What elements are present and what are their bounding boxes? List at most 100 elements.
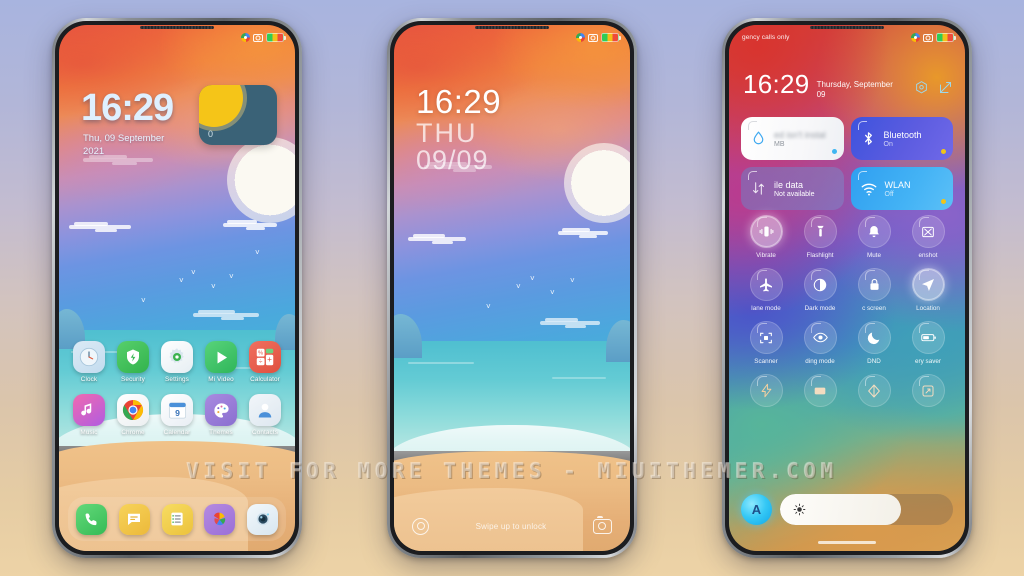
home-date-line2: 2021 <box>83 145 105 157</box>
toggle-label: DND <box>867 358 881 365</box>
weather-widget[interactable]: 0 <box>199 85 277 145</box>
toggle-reading-mode[interactable]: ding mode <box>793 321 847 365</box>
card-subtitle: On <box>883 140 893 148</box>
phone-icon[interactable] <box>76 503 107 535</box>
contrast-icon <box>803 268 837 301</box>
toggle-screenshot[interactable]: enshot <box>901 215 955 259</box>
app-calendar[interactable]: 9 Calendar <box>156 394 198 436</box>
panel-actions <box>914 80 953 95</box>
notes-icon[interactable] <box>161 503 193 535</box>
panel-header: 16:29 Thursday, September 09 <box>743 69 953 101</box>
app-label: Chrome <box>121 429 145 436</box>
battery-icon <box>266 33 286 42</box>
toggle-vibrate[interactable]: Vibrate <box>739 215 793 259</box>
card-wlan[interactable]: WLAN Off <box>850 167 953 210</box>
toggle-dark-mode[interactable]: Dark mode <box>793 268 847 312</box>
card-status-dot <box>941 149 946 154</box>
card-status-dot <box>831 149 837 154</box>
edit-icon[interactable] <box>938 80 953 95</box>
home-indicator <box>818 541 876 544</box>
play-icon <box>205 341 237 373</box>
gallery-icon[interactable] <box>204 503 236 535</box>
app-contacts[interactable]: Contacts <box>244 394 286 436</box>
toggle-lock-screen[interactable]: c screen <box>847 268 901 312</box>
card-title: ed isn't instal <box>774 129 826 140</box>
phone-bezel: gency calls only 16:29 Thursday, Septemb… <box>725 21 969 555</box>
screenshot-icon <box>911 215 945 248</box>
toggle-scanner[interactable]: Scanner <box>739 321 793 365</box>
toggle-flashlight[interactable]: Flashlight <box>793 215 847 259</box>
settings-gear-icon[interactable] <box>914 80 929 95</box>
card-subtitle: MB <box>774 140 785 148</box>
camera-icon[interactable] <box>592 515 612 534</box>
toggle-label: Dark mode <box>804 305 836 312</box>
toggle-cast[interactable] <box>793 374 847 411</box>
flashlight-icon[interactable] <box>412 517 429 535</box>
toggle-mute[interactable]: Mute <box>847 215 901 259</box>
toggle-airplane-mode[interactable]: lane mode <box>739 268 793 312</box>
app-music[interactable]: Music <box>68 394 110 436</box>
toggle-location[interactable]: Location <box>901 268 955 312</box>
dock <box>68 497 286 541</box>
calculator-icon: % ÷ + <box>249 341 281 373</box>
reading-icon <box>857 374 891 407</box>
card-text: ed isn't instal MB <box>774 130 826 148</box>
widget-value: 0 <box>208 129 214 139</box>
toggle-dnd[interactable]: DND <box>847 321 901 365</box>
screen-lock[interactable]: ˅ ˅ ˅ ˅ ˅ 16:29 THU 09/09 Swipe up to un… <box>394 25 630 551</box>
screen-notification-panel[interactable]: gency calls only 16:29 Thursday, Septemb… <box>729 25 965 551</box>
app-label: Settings <box>165 376 189 383</box>
quick-toggles-grid: Vibrate Flashlight Mute enshot lane mode… <box>739 215 955 411</box>
chrome-icon <box>117 394 149 426</box>
screen-home[interactable]: ˅ ˅ ˅ ˅ ˅ ˅ 16:29 Thu, 09 September 2021… <box>59 25 295 551</box>
toggle-rotate[interactable] <box>901 374 955 411</box>
card-corner-accent <box>857 121 867 130</box>
app-chrome[interactable]: Chrome <box>112 394 154 436</box>
card-corner-accent <box>857 171 867 180</box>
card-bluetooth[interactable]: Bluetooth On <box>850 117 953 160</box>
airplane-icon <box>749 268 783 301</box>
toggle-label: enshot <box>918 252 938 259</box>
toggle-bolt[interactable] <box>739 374 793 411</box>
brightness-slider[interactable] <box>780 494 953 525</box>
svg-text:+: + <box>267 355 272 364</box>
app-mi-video[interactable]: Mi Video <box>200 341 242 383</box>
card-status-dot <box>941 199 946 204</box>
card-mobile-data[interactable]: ile data Not available <box>741 167 844 210</box>
app-calculator[interactable]: % ÷ + Calculator <box>244 341 286 383</box>
app-settings[interactable]: Settings <box>156 341 198 383</box>
brightness-icon <box>793 503 806 516</box>
camera-icon[interactable] <box>247 503 278 535</box>
toggle-reading[interactable] <box>847 374 901 411</box>
toggle-label: ding mode <box>805 358 835 365</box>
card-storage[interactable]: ed isn't instal MB <box>741 117 844 160</box>
message-icon[interactable] <box>118 503 150 535</box>
battery-icon <box>936 33 956 42</box>
app-themes[interactable]: Themes <box>200 394 242 436</box>
app-clock[interactable]: Clock <box>68 341 110 383</box>
app-label: Contacts <box>251 429 279 436</box>
lock-weekday: THU <box>416 118 478 148</box>
app-row-2: Music Chrome 9 Calendar Themes Contacts <box>68 394 286 436</box>
lock-bottom-bar: Swipe up to unlock <box>394 513 630 539</box>
svg-text:%: % <box>258 350 263 356</box>
auto-brightness-button[interactable]: A <box>741 494 772 525</box>
home-clock: 16:29 <box>81 87 174 129</box>
toggle-label: Mute <box>867 252 881 259</box>
shield-icon <box>117 341 149 373</box>
home-date: Thu, 09 September 2021 <box>83 133 164 159</box>
calendar-icon: 9 <box>161 394 193 426</box>
scan-icon <box>749 321 783 354</box>
rotate-icon <box>911 374 945 407</box>
lock-clock: 16:29 <box>416 83 502 120</box>
app-security[interactable]: Security <box>112 341 154 383</box>
svg-text:9: 9 <box>175 407 180 417</box>
svg-text:÷: ÷ <box>259 358 263 365</box>
card-title: ile data <box>774 179 804 190</box>
card-title: Bluetooth <box>883 129 922 140</box>
toggle-battery-saver[interactable]: ery saver <box>901 321 955 365</box>
toggle-label: Vibrate <box>756 252 776 259</box>
vibrate-icon <box>749 215 783 248</box>
water-drop-icon <box>750 130 767 147</box>
phone-frame: gency calls only 16:29 Thursday, Septemb… <box>722 18 972 558</box>
